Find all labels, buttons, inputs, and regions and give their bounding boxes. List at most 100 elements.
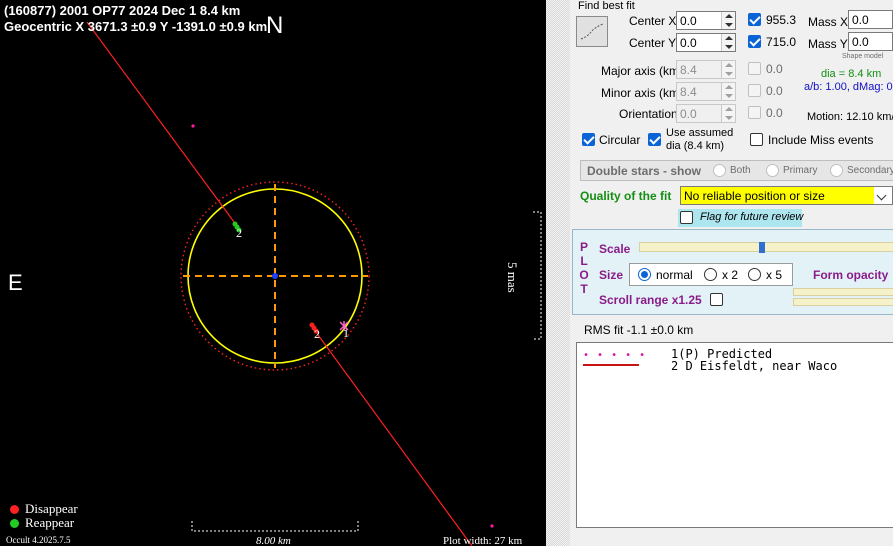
form-opacity-slider-top[interactable] xyxy=(793,288,893,296)
reappear-dot-icon xyxy=(10,519,19,528)
diameter-readout: dia = 8.4 km xyxy=(821,68,882,80)
geocentric-coords: Geocentric X 3671.3 ±0.9 Y -1391.0 ±0.9 … xyxy=(4,19,268,34)
use-assumed-dia-label: dia (8.4 km) xyxy=(666,140,725,152)
center-x-checkbox[interactable] xyxy=(748,13,761,26)
quality-select[interactable]: No reliable position or size xyxy=(680,186,893,205)
form-opacity-slider[interactable] xyxy=(793,298,893,306)
form-opacity-label: Form opacity xyxy=(813,268,889,282)
major-axis-label: Major axis (km) xyxy=(601,64,684,78)
major-axis-stepper[interactable] xyxy=(721,61,735,78)
center-x-check-value: 955.3 xyxy=(766,13,797,27)
size-x5-label: x 5 xyxy=(766,268,783,282)
use-assumed-label: Use assumed xyxy=(666,127,734,139)
horizontal-scale-bar xyxy=(191,521,359,532)
center-x-input[interactable]: 0.0 xyxy=(676,11,736,30)
orientation-label: Orientation xyxy=(619,107,678,121)
scroll-range-label: Scroll range x1.25 xyxy=(599,293,702,307)
event-title: (160877) 2001 OP77 2024 Dec 1 8.4 km xyxy=(4,3,241,18)
size-label: Size xyxy=(599,268,624,282)
predicted-path-point xyxy=(490,524,494,528)
size-normal-label: normal xyxy=(656,268,693,282)
circular-checkbox[interactable] xyxy=(582,133,595,146)
orientation-checkbox[interactable] xyxy=(748,106,761,119)
major-axis-check-value: 0.0 xyxy=(766,62,783,76)
size-options: normal x 2 x 5 xyxy=(629,263,793,286)
observer-line-icon xyxy=(583,364,639,366)
double-stars-group: Double stars - show Both Primary Seconda… xyxy=(580,160,893,181)
minor-axis-label: Minor axis (km) xyxy=(601,86,684,100)
mass-y-label: Mass Y xyxy=(808,37,848,51)
scale-slider[interactable] xyxy=(639,242,893,253)
plot-options-group: P L O T Scale Size normal x 2 x 5 Form o… xyxy=(572,229,893,315)
center-y-check-value: 715.0 xyxy=(766,35,797,49)
disappear-dot-icon xyxy=(10,505,19,514)
center-y-stepper[interactable] xyxy=(721,34,735,51)
rms-fit-readout: RMS fit -1.1 ±0.0 km xyxy=(584,323,694,337)
north-label: N xyxy=(266,12,284,39)
size-normal-radio[interactable] xyxy=(638,268,651,281)
center-marker xyxy=(272,273,278,279)
size-x5-radio[interactable] xyxy=(748,268,761,281)
vertical-scale-bar xyxy=(533,211,542,340)
center-x-label: Center X xyxy=(629,14,677,28)
flag-review-label: Flag for future review xyxy=(700,211,804,223)
minor-axis-checkbox[interactable] xyxy=(748,84,761,97)
scale-slider-thumb[interactable] xyxy=(759,242,765,253)
include-miss-checkbox[interactable] xyxy=(750,133,763,146)
chord-label-predicted: 1 xyxy=(343,326,349,340)
center-y-checkbox[interactable] xyxy=(748,35,761,48)
list-item[interactable]: • • • • • xyxy=(583,347,646,361)
scroll-range-checkbox[interactable] xyxy=(710,293,723,306)
mass-y-input[interactable]: 0.0 xyxy=(848,32,893,51)
center-x-stepper[interactable] xyxy=(721,12,735,29)
orientation-check-value: 0.0 xyxy=(766,106,783,120)
occultation-plot[interactable]: (160877) 2001 OP77 2024 Dec 1 8.4 km Geo… xyxy=(0,0,546,546)
mas-scale-label: 5 mas xyxy=(505,262,520,293)
mass-x-label: Mass X xyxy=(808,15,849,29)
predicted-line-icon: • • • • • xyxy=(583,350,647,361)
minor-axis-check-value: 0.0 xyxy=(766,84,783,98)
scale-bar-label: 8.00 km xyxy=(256,535,291,546)
orientation-input[interactable]: 0.0 xyxy=(676,104,736,123)
minor-axis-input[interactable]: 8.4 xyxy=(676,82,736,101)
find-best-fit-button[interactable] xyxy=(576,16,608,47)
find-best-fit-label: Find best fit xyxy=(578,0,635,12)
fit-curve-icon xyxy=(580,23,604,40)
list-item-text[interactable]: 2 D Eisfeldt, near Waco xyxy=(671,359,837,373)
double-stars-primary-label: Primary xyxy=(783,165,818,176)
version-label: Occult 4.2025.7.5 xyxy=(6,535,71,545)
east-label: E xyxy=(8,270,23,295)
orientation-stepper[interactable] xyxy=(721,105,735,122)
plot-group-side-label: P L O T xyxy=(579,240,589,296)
use-assumed-checkbox[interactable] xyxy=(648,133,661,146)
plot-width-label: Plot width: 27 km xyxy=(443,535,523,546)
predicted-path-point xyxy=(191,124,195,128)
major-axis-checkbox[interactable] xyxy=(748,62,761,75)
shape-model-label: Shape model xyxy=(842,53,884,60)
double-stars-secondary-radio[interactable] xyxy=(830,164,843,177)
panel-splitter[interactable] xyxy=(546,0,570,546)
center-y-input[interactable]: 0.0 xyxy=(676,33,736,52)
motion-readout: Motion: 12.10 km/ xyxy=(807,111,893,123)
chord-label-disappear: 2 xyxy=(314,327,320,341)
center-y-label: Center Y xyxy=(629,36,677,50)
legend-reappear: Reappear xyxy=(10,515,74,531)
chord-line-east xyxy=(312,327,473,546)
size-x2-radio[interactable] xyxy=(704,268,717,281)
mass-x-input[interactable]: 0.0 xyxy=(848,10,893,29)
observer-list[interactable]: • • • • • 1(P) Predicted 2 D Eisfeldt, n… xyxy=(576,342,893,528)
ab-dmag-readout: a/b: 1.00, dMag: 0. xyxy=(804,81,893,93)
circular-label: Circular xyxy=(599,133,641,147)
include-miss-label: Include Miss events xyxy=(768,133,874,147)
double-stars-both-radio[interactable] xyxy=(713,164,726,177)
size-x2-label: x 2 xyxy=(722,268,739,282)
fit-control-panel: Find best fit Center X 0.0 955.3 Mass X … xyxy=(546,0,893,546)
chevron-down-icon[interactable] xyxy=(874,187,892,204)
major-axis-input[interactable]: 8.4 xyxy=(676,60,736,79)
chord-line-west xyxy=(86,21,238,227)
double-stars-primary-radio[interactable] xyxy=(766,164,779,177)
flag-review-checkbox[interactable] xyxy=(680,211,693,224)
plot-canvas xyxy=(86,21,542,546)
scale-label: Scale xyxy=(599,242,631,256)
minor-axis-stepper[interactable] xyxy=(721,83,735,100)
